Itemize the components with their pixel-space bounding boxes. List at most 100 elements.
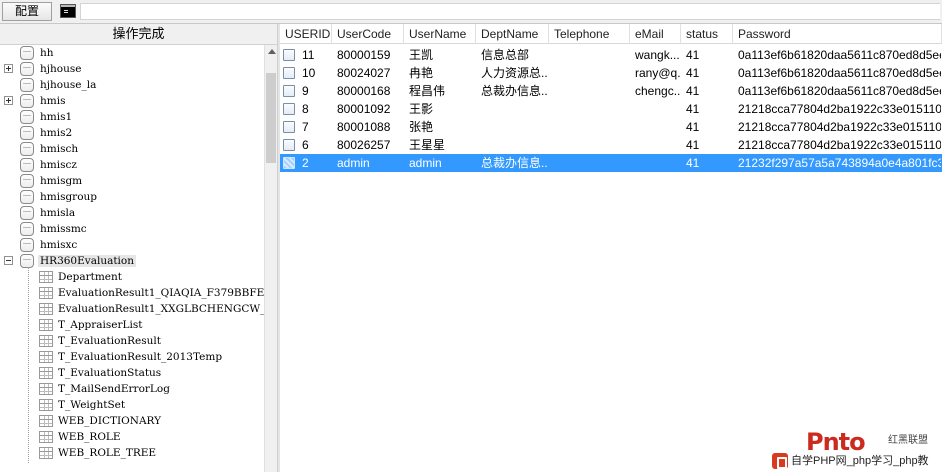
config-button[interactable]: 配置 xyxy=(2,2,52,21)
table-cell-usercode[interactable]: 80001092 xyxy=(335,100,403,118)
table-cell-email[interactable]: rany@q... xyxy=(633,64,680,82)
table-cell-userid[interactable]: 6 xyxy=(300,136,332,154)
table-cell-userid[interactable]: 2 xyxy=(300,154,332,172)
table-cell-email[interactable] xyxy=(633,136,680,154)
tree-node-table[interactable]: WEB_ROLE xyxy=(0,429,264,445)
table-cell-username[interactable]: 王凯 xyxy=(407,46,475,64)
table-cell-telephone[interactable] xyxy=(552,154,629,172)
table-cell-telephone[interactable] xyxy=(552,82,629,100)
table-cell-userid[interactable]: 7 xyxy=(300,118,332,136)
table-cell-usercode[interactable]: 80001088 xyxy=(335,118,403,136)
table-row[interactable]: 9 80000168 程昌伟 总裁办信息... chengc... 41 0a113ef6b… xyxy=(280,82,942,100)
table-cell-password[interactable]: 21218cca77804d2ba1922c33e0151105 xyxy=(736,100,941,118)
expand-icon[interactable] xyxy=(4,64,13,73)
tree-node-database[interactable]: hmis2 xyxy=(0,125,264,141)
table-cell-email[interactable] xyxy=(633,100,680,118)
table-cell-usercode[interactable]: 80000168 xyxy=(335,82,403,100)
tree-node-table[interactable]: T_WeightSet xyxy=(0,397,264,413)
table-cell-username[interactable]: 冉艳 xyxy=(407,64,475,82)
table-row[interactable]: 6 80026257 王星星 41 21218cca77804d2ba1922c33e0… xyxy=(280,136,942,154)
table-cell-deptname[interactable] xyxy=(479,136,548,154)
table-cell-status[interactable]: 41 xyxy=(684,64,732,82)
table-cell-telephone[interactable] xyxy=(552,136,629,154)
tree-node-database[interactable]: hmisch xyxy=(0,141,264,157)
tree-node-database[interactable]: hh xyxy=(0,45,264,61)
table-cell-password[interactable]: 21218cca77804d2ba1922c33e0151105 xyxy=(736,136,941,154)
table-cell-status[interactable]: 41 xyxy=(684,118,732,136)
table-cell-deptname[interactable]: 总裁办信息... xyxy=(479,82,548,100)
table-cell-deptname[interactable]: 信息总部 xyxy=(479,46,548,64)
tree-node-database[interactable]: hjhouse xyxy=(0,61,264,77)
tree-node-table[interactable]: WEB_ROLE_TREE xyxy=(0,445,264,461)
tree-node-table[interactable]: WEB_DICTIONARY xyxy=(0,413,264,429)
table-cell-deptname[interactable]: 总裁办信息... xyxy=(479,154,548,172)
table-cell-userid[interactable]: 9 xyxy=(300,82,332,100)
table-cell-usercode[interactable]: 80026257 xyxy=(335,136,403,154)
tree-node-database[interactable]: hmisla xyxy=(0,205,264,221)
tree-node-database[interactable]: hmisxc xyxy=(0,237,264,253)
tree-node-database[interactable]: hmisgroup xyxy=(0,189,264,205)
table-cell-password[interactable]: 0a113ef6b61820daa5611c870ed8d5ee xyxy=(736,46,941,64)
table-row[interactable]: 1080024027冉艳人力资源总... rany@q...410a113ef6b… xyxy=(280,64,942,82)
column-header-email[interactable]: eMail xyxy=(630,24,681,44)
table-cell-deptname[interactable] xyxy=(479,100,548,118)
column-header-userid[interactable]: USERID xyxy=(280,24,332,44)
scroll-up-arrow-icon[interactable] xyxy=(268,49,276,54)
table-cell-username[interactable]: admin xyxy=(407,154,475,172)
tree-node-database[interactable]: hmisgm xyxy=(0,173,264,189)
table-cell-email[interactable] xyxy=(633,118,680,136)
tree-scrollbar[interactable] xyxy=(264,45,277,472)
tree-node-database[interactable]: hjhouse_la xyxy=(0,77,264,93)
table-cell-deptname[interactable] xyxy=(479,118,548,136)
table-row[interactable]: 2 admin admin 总裁办信息... 41 21232f297a57a5a7438… xyxy=(280,154,942,172)
table-cell-status[interactable]: 41 xyxy=(684,154,732,172)
table-cell-password[interactable]: 21218cca77804d2ba1922c33e0151105 xyxy=(736,118,941,136)
column-header-deptname[interactable]: DeptName xyxy=(476,24,549,44)
column-header-username[interactable]: UserName xyxy=(404,24,476,44)
table-cell-email[interactable]: chengc... xyxy=(633,82,680,100)
table-cell-password[interactable]: 0a113ef6b61820daa5611c870ed8d5ee xyxy=(736,64,941,82)
table-cell-usercode[interactable]: 80000159 xyxy=(335,46,403,64)
table-cell-status[interactable]: 41 xyxy=(684,100,732,118)
tree-node-table[interactable]: T_EvaluationResult xyxy=(0,333,264,349)
column-header-password[interactable]: Password xyxy=(733,24,942,44)
column-header-telephone[interactable]: Telephone xyxy=(549,24,630,44)
tree-node-table[interactable]: T_AppraiserList xyxy=(0,317,264,333)
table-cell-telephone[interactable] xyxy=(552,118,629,136)
table-cell-email[interactable]: wangk... xyxy=(633,46,680,64)
tree-node-table[interactable]: EvaluationResult1_QIAQIA_F379BBFE_1 xyxy=(0,285,264,301)
table-cell-deptname[interactable]: 人力资源总... xyxy=(479,64,548,82)
tree-node-database[interactable]: HR360Evaluation xyxy=(0,253,264,269)
tree-node-table[interactable]: T_MailSendErrorLog xyxy=(0,381,264,397)
table-row[interactable]: 8 80001092 王影 41 21218cca77804d2ba1922c33e01… xyxy=(280,100,942,118)
tree-node-table[interactable]: T_EvaluationResult_2013Temp xyxy=(0,349,264,365)
table-cell-password[interactable]: 0a113ef6b61820daa5611c870ed8d5ee xyxy=(736,82,941,100)
column-header-status[interactable]: status xyxy=(681,24,733,44)
tree-node-database[interactable]: hmissmc xyxy=(0,221,264,237)
table-cell-username[interactable]: 程昌伟 xyxy=(407,82,475,100)
tree-node-table[interactable]: Department xyxy=(0,269,264,285)
collapse-icon[interactable] xyxy=(4,256,13,265)
table-cell-username[interactable]: 王星星 xyxy=(407,136,475,154)
expand-icon[interactable] xyxy=(4,96,13,105)
table-cell-username[interactable]: 张艳 xyxy=(407,118,475,136)
table-cell-userid[interactable]: 11 xyxy=(300,46,332,64)
tree-node-table[interactable]: EvaluationResult1_XXGLBCHENGCW_TEMP xyxy=(0,301,264,317)
scroll-thumb[interactable] xyxy=(266,73,276,163)
table-cell-telephone[interactable] xyxy=(552,46,629,64)
tree-node-database[interactable]: hmiscz xyxy=(0,157,264,173)
tree-node-database[interactable]: hmis1 xyxy=(0,109,264,125)
column-header-usercode[interactable]: UserCode xyxy=(332,24,404,44)
table-cell-userid[interactable]: 8 xyxy=(300,100,332,118)
table-cell-status[interactable]: 41 xyxy=(684,82,732,100)
table-cell-usercode[interactable]: admin xyxy=(335,154,403,172)
table-cell-status[interactable]: 41 xyxy=(684,136,732,154)
command-prompt-icon[interactable] xyxy=(60,4,76,18)
table-cell-usercode[interactable]: 80024027 xyxy=(335,64,403,82)
table-cell-telephone[interactable] xyxy=(552,100,629,118)
table-cell-username[interactable]: 王影 xyxy=(407,100,475,118)
table-cell-telephone[interactable] xyxy=(552,64,629,82)
tree-node-database[interactable]: hmis xyxy=(0,93,264,109)
table-cell-email[interactable] xyxy=(633,154,680,172)
table-cell-userid[interactable]: 10 xyxy=(300,64,332,82)
